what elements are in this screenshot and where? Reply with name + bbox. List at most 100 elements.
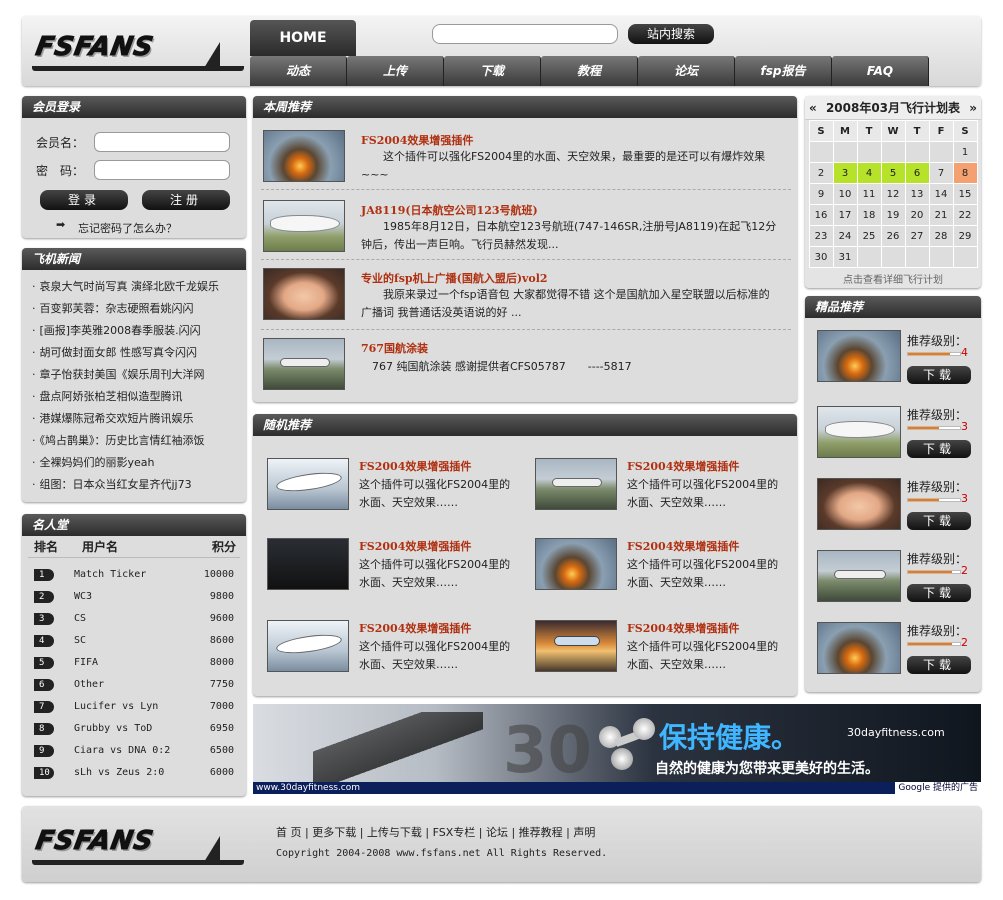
item-thumbnail[interactable] — [267, 538, 349, 590]
calendar-day[interactable]: 26 — [880, 225, 906, 247]
nav-item-tutorial[interactable]: 教程 — [541, 56, 638, 86]
item-thumbnail[interactable] — [535, 620, 617, 672]
nav-item-download[interactable]: 下载 — [444, 56, 541, 86]
calendar-day[interactable]: 21 — [928, 204, 954, 226]
item-title[interactable]: JA8119(日本航空公司123号航班) — [361, 202, 538, 218]
item-thumbnail[interactable] — [263, 200, 345, 252]
calendar-day[interactable]: 18 — [856, 204, 882, 226]
nav-item-news[interactable]: 动态 — [250, 56, 347, 86]
rank-user[interactable]: SC — [74, 630, 86, 652]
calendar-day[interactable]: 7 — [928, 162, 954, 184]
calendar-day[interactable]: 24 — [832, 225, 858, 247]
calendar-day[interactable]: 16 — [808, 204, 834, 226]
calendar-day[interactable]: 28 — [928, 225, 954, 247]
footer-link-downloads[interactable]: 更多下载 — [312, 826, 356, 839]
calendar-day-planned[interactable]: 4 — [856, 162, 882, 184]
rank-user[interactable]: Lucifer vs Lyn — [74, 696, 158, 718]
calendar-day-today[interactable]: 8 — [952, 162, 978, 184]
item-title[interactable]: FS2004效果增强插件 — [361, 132, 473, 148]
calendar-next-button[interactable]: » — [969, 96, 977, 120]
item-title[interactable]: FS2004效果增强插件 — [627, 458, 739, 474]
ad-url-link[interactable]: www.30dayfitness.com — [256, 783, 360, 793]
calendar-day[interactable]: 17 — [832, 204, 858, 226]
footer-link-tutorials[interactable]: 推荐教程 — [519, 826, 563, 839]
username-field[interactable] — [94, 132, 230, 152]
item-thumbnail[interactable] — [267, 458, 349, 510]
calendar-day[interactable]: 29 — [952, 225, 978, 247]
nav-item-forum[interactable]: 论坛 — [638, 56, 735, 86]
news-item[interactable]: 全裸妈妈们的丽影yeah — [32, 452, 246, 474]
calendar-detail-link[interactable]: 点击查看详细飞行计划 — [805, 271, 981, 286]
calendar-day-planned[interactable]: 3 — [832, 162, 858, 184]
nav-item-fsp-report[interactable]: fsp报告 — [735, 56, 832, 86]
rank-user[interactable]: CS — [74, 608, 86, 630]
news-item[interactable]: 《鸠占鹊巢》：历史比言情红袖添饭 — [32, 430, 246, 452]
item-thumbnail[interactable] — [817, 622, 901, 674]
item-thumbnail[interactable] — [817, 478, 901, 530]
calendar-day[interactable]: 12 — [880, 183, 906, 205]
rank-user[interactable]: sLh vs Zeus 2:0 — [74, 762, 164, 784]
download-button[interactable]: 下载 — [907, 366, 971, 384]
item-title[interactable]: FS2004效果增强插件 — [359, 538, 471, 554]
news-item[interactable]: [画报]李英雅2008春季服装.闪闪 — [32, 320, 246, 342]
item-thumbnail[interactable] — [535, 538, 617, 590]
item-title[interactable]: FS2004效果增强插件 — [359, 458, 471, 474]
google-ads-label[interactable]: Google 提供的广告 — [895, 782, 981, 794]
item-title[interactable]: 767国航涂装 — [361, 340, 428, 356]
news-item[interactable]: 盘点阿娇张柏芝相似造型腾讯 — [32, 386, 246, 408]
item-thumbnail[interactable] — [535, 458, 617, 510]
calendar-day-planned[interactable]: 6 — [904, 162, 930, 184]
download-button[interactable]: 下载 — [907, 440, 971, 458]
download-button[interactable]: 下载 — [907, 584, 971, 602]
calendar-day[interactable]: 25 — [856, 225, 882, 247]
item-thumbnail[interactable] — [817, 550, 901, 602]
rank-user[interactable]: Grubby vs ToD — [74, 718, 152, 740]
item-title[interactable]: 专业的fsp机上广播(国航入盟后)vol2 — [361, 270, 548, 286]
footer-link-home[interactable]: 首 页 — [276, 826, 302, 839]
calendar-day[interactable]: 14 — [928, 183, 954, 205]
item-thumbnail[interactable] — [267, 620, 349, 672]
calendar-day[interactable]: 11 — [856, 183, 882, 205]
calendar-day[interactable]: 30 — [808, 246, 834, 268]
item-title[interactable]: FS2004效果增强插件 — [359, 620, 471, 636]
download-button[interactable]: 下载 — [907, 512, 971, 530]
calendar-day[interactable]: 31 — [832, 246, 858, 268]
calendar-day[interactable]: 19 — [880, 204, 906, 226]
password-field[interactable] — [94, 160, 230, 180]
news-item[interactable]: 哀泉大气时尚写真 演绎北欧千龙娱乐 — [32, 276, 246, 298]
rank-user[interactable]: FIFA — [74, 652, 98, 674]
item-thumbnail[interactable] — [263, 268, 345, 320]
rank-user[interactable]: Ciara vs DNA 0:2 — [74, 740, 170, 762]
rank-user[interactable]: Match Ticker — [74, 564, 146, 586]
rank-user[interactable]: Other — [74, 674, 104, 696]
footer-logo[interactable]: FSFANS — [32, 820, 252, 870]
calendar-day-planned[interactable]: 5 — [880, 162, 906, 184]
footer-link-fsx[interactable]: FSX专栏 — [433, 826, 476, 839]
calendar-prev-button[interactable]: « — [809, 96, 817, 120]
register-button[interactable]: 注册 — [142, 190, 230, 210]
calendar-day[interactable]: 22 — [952, 204, 978, 226]
search-input[interactable] — [432, 24, 618, 44]
news-item[interactable]: 百变郭芙蓉：杂志硬照看姚闪闪 — [32, 298, 246, 320]
news-item[interactable]: 组图：日本众当红女星齐代jj73 — [32, 474, 246, 496]
nav-item-faq[interactable]: FAQ — [832, 56, 929, 86]
calendar-day[interactable]: 15 — [952, 183, 978, 205]
item-thumbnail[interactable] — [817, 406, 901, 458]
footer-link-statement[interactable]: 声明 — [573, 826, 595, 839]
login-button[interactable]: 登录 — [40, 190, 128, 210]
calendar-day[interactable]: 1 — [952, 141, 978, 163]
footer-link-upload[interactable]: 上传与下载 — [367, 826, 422, 839]
item-thumbnail[interactable] — [817, 330, 901, 382]
nav-item-upload[interactable]: 上传 — [347, 56, 444, 86]
item-title[interactable]: FS2004效果增强插件 — [627, 538, 739, 554]
calendar-day[interactable]: 20 — [904, 204, 930, 226]
calendar-day[interactable]: 10 — [832, 183, 858, 205]
calendar-day[interactable]: 13 — [904, 183, 930, 205]
news-item[interactable]: 章子怡获封美国《娱乐周刊大洋网 — [32, 364, 246, 386]
nav-home-tab[interactable]: HOME — [250, 20, 356, 56]
calendar-day[interactable]: 2 — [808, 162, 834, 184]
rank-user[interactable]: WC3 — [74, 586, 92, 608]
calendar-day[interactable]: 9 — [808, 183, 834, 205]
item-thumbnail[interactable] — [263, 130, 345, 182]
item-thumbnail[interactable] — [263, 338, 345, 390]
